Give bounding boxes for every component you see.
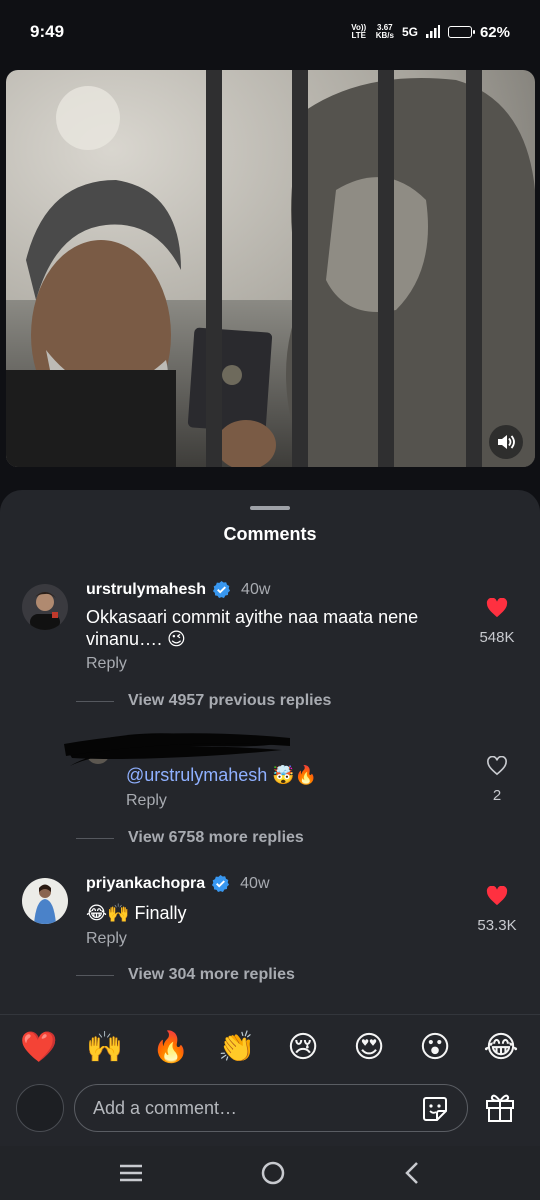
verified-badge-icon <box>212 580 231 599</box>
emoji-laughing[interactable]: 😂 <box>479 1030 523 1065</box>
comment-header: priyankachopra 40w <box>86 874 270 893</box>
emoji-fire[interactable]: 🔥 <box>149 1030 193 1065</box>
like-count: 53.3K <box>477 917 517 934</box>
emoji-heart[interactable]: ❤️ <box>17 1030 61 1065</box>
heart-filled-icon <box>486 885 508 906</box>
emoji-quick-bar: ❤️ 🙌 🔥 👏 😢 😍 😮 😂 <box>0 1014 540 1080</box>
home-icon[interactable] <box>260 1160 286 1186</box>
gift-icon[interactable] <box>484 1092 516 1122</box>
comment-composer <box>0 1080 540 1146</box>
heart-filled-icon <box>486 597 508 618</box>
divider-line <box>76 974 114 976</box>
redaction-scribble <box>64 733 290 766</box>
divider-line <box>76 837 114 839</box>
sheet-drag-handle[interactable] <box>250 506 290 510</box>
user-avatar[interactable] <box>16 1084 64 1132</box>
volume-button[interactable] <box>489 425 523 459</box>
network-speed-unit: KB/s <box>375 31 394 40</box>
view-replies-button[interactable]: View 6758 more replies <box>76 829 304 847</box>
recents-icon[interactable] <box>118 1163 144 1183</box>
volume-icon <box>498 435 515 449</box>
sticker-icon[interactable] <box>421 1095 449 1123</box>
view-replies-button[interactable]: View 304 more replies <box>76 966 295 984</box>
view-replies-label: View 6758 more replies <box>128 829 304 846</box>
comment-username[interactable]: urstrulymahesh <box>86 581 206 599</box>
like-count: 548K <box>479 629 515 646</box>
comment-text: Okkasaari commit ayithe naa maata nene v… <box>86 607 419 649</box>
view-replies-label: View 4957 previous replies <box>128 692 332 709</box>
comment-input-box[interactable] <box>74 1084 468 1132</box>
like-button[interactable]: 548K <box>472 597 522 646</box>
status-time: 9:49 <box>30 22 65 41</box>
post-image <box>6 70 535 467</box>
network-speed: 3.67 KB/s <box>376 24 394 40</box>
avatar[interactable] <box>22 584 68 630</box>
network-type: 5G <box>401 25 418 39</box>
reply-button[interactable]: Reply <box>86 655 127 673</box>
comment-age: 40w <box>240 874 270 892</box>
system-nav-bar <box>0 1146 540 1200</box>
battery-percent: 62% <box>479 23 510 41</box>
status-icons: Vo)) LTE 3.67 KB/s 5G 62% <box>350 24 510 41</box>
comment-header: urstrulymahesh 40w <box>86 580 270 599</box>
comment-age: 40w <box>241 580 271 598</box>
like-button[interactable]: 2 <box>472 755 522 804</box>
reply-button[interactable]: Reply <box>86 930 127 948</box>
comment-username[interactable]: priyankachopra <box>86 875 205 893</box>
emoji-raising-hands[interactable]: 🙌 <box>83 1030 127 1065</box>
view-replies-label: View 304 more replies <box>128 966 295 983</box>
volte-indicator: Vo)) LTE <box>351 23 367 40</box>
avatar[interactable] <box>22 878 68 924</box>
battery-icon <box>447 26 475 38</box>
sheet-title: Comments <box>223 524 317 544</box>
emoji-surprised[interactable]: 😮 <box>413 1030 457 1065</box>
comment-text: 😂🙌 Finally <box>86 903 187 923</box>
back-icon[interactable] <box>402 1161 422 1185</box>
post-media[interactable] <box>6 70 535 467</box>
signal-icon <box>425 24 440 41</box>
emoji-clapping[interactable]: 👏 <box>215 1030 259 1065</box>
emoji-heart-eyes[interactable]: 😍 <box>347 1030 391 1065</box>
verified-badge-icon <box>212 874 230 893</box>
emoji-crying[interactable]: 😢 <box>281 1030 325 1065</box>
like-count: 2 <box>492 787 502 804</box>
divider-line <box>76 700 114 702</box>
heart-outline-icon <box>487 755 507 776</box>
comment-input[interactable] <box>93 1097 393 1119</box>
status-bar: 9:49 Vo)) LTE 3.67 KB/s 5G 62% <box>0 0 540 64</box>
reply-button[interactable]: Reply <box>126 792 167 810</box>
view-replies-button[interactable]: View 4957 previous replies <box>76 692 331 710</box>
like-button[interactable]: 53.3K <box>472 885 522 934</box>
